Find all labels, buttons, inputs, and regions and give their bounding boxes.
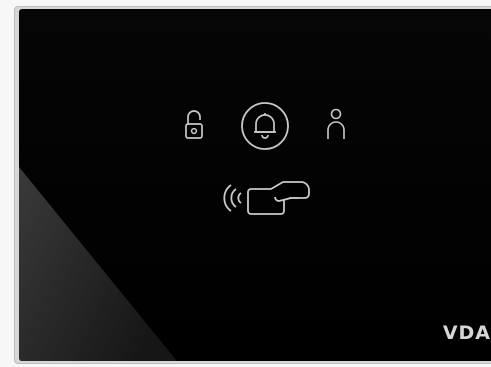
lock-open-icon[interactable]: [183, 108, 205, 140]
glass-panel: VDA: [19, 9, 491, 361]
doorbell-icon[interactable]: [239, 100, 291, 152]
brand-logo: VDA: [442, 322, 491, 344]
person-icon[interactable]: [325, 107, 347, 141]
rfid-card-reader-icon[interactable]: [221, 176, 315, 220]
